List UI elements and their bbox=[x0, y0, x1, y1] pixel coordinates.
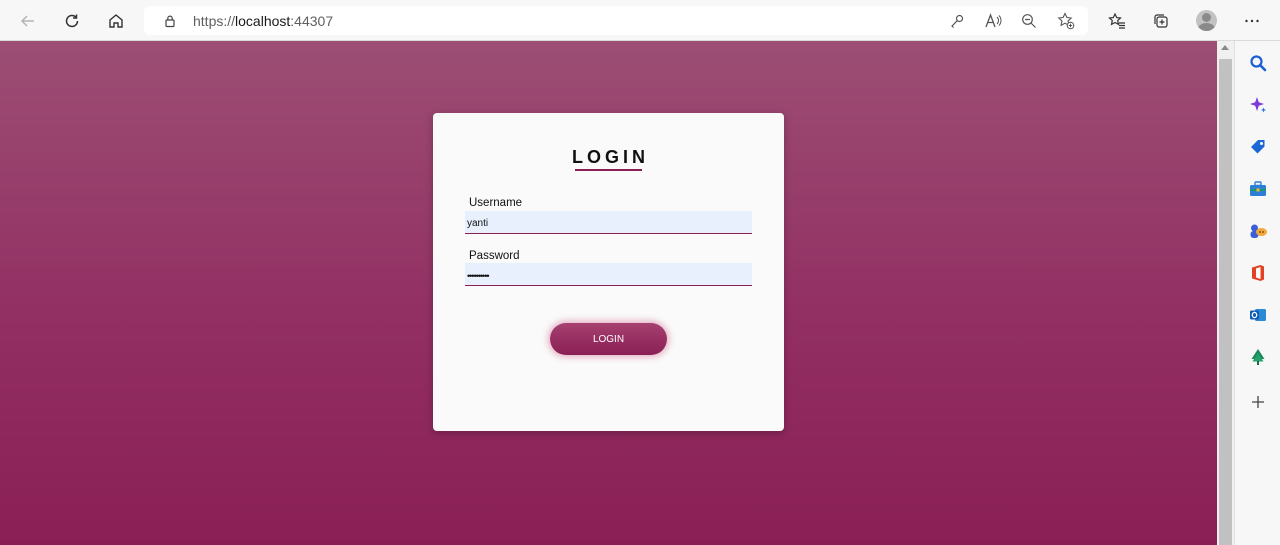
add-icon[interactable] bbox=[1248, 392, 1268, 412]
url-host: localhost bbox=[235, 13, 291, 29]
profile-avatar[interactable] bbox=[1196, 10, 1217, 31]
scroll-thumb[interactable] bbox=[1219, 59, 1232, 545]
vertical-scrollbar[interactable] bbox=[1217, 41, 1234, 545]
title-underline bbox=[575, 169, 642, 171]
login-card: LOGIN Username Password LOGIN bbox=[433, 113, 784, 431]
collections-icon[interactable] bbox=[1147, 7, 1175, 35]
url-text[interactable]: https://localhost:44307 bbox=[193, 13, 333, 29]
scroll-up-arrow[interactable] bbox=[1221, 45, 1229, 50]
url-scheme: https:// bbox=[193, 13, 236, 29]
office-icon[interactable] bbox=[1248, 263, 1268, 283]
favorites-icon[interactable] bbox=[1103, 7, 1131, 35]
address-bar[interactable]: https://localhost:44307 bbox=[144, 6, 1088, 35]
outlook-icon[interactable] bbox=[1248, 305, 1268, 325]
username-input[interactable] bbox=[465, 211, 752, 234]
page-background: LOGIN Username Password LOGIN bbox=[0, 41, 1217, 545]
tools-icon[interactable] bbox=[1248, 179, 1268, 199]
login-button[interactable]: LOGIN bbox=[550, 323, 667, 355]
key-icon[interactable] bbox=[947, 11, 967, 31]
browser-sidebar bbox=[1234, 41, 1280, 545]
password-input[interactable] bbox=[465, 263, 752, 286]
zoom-out-icon[interactable] bbox=[1019, 11, 1039, 31]
copilot-icon[interactable] bbox=[1248, 95, 1268, 115]
refresh-icon[interactable] bbox=[58, 7, 86, 35]
add-favorite-icon[interactable] bbox=[1056, 11, 1076, 31]
tree-icon[interactable] bbox=[1248, 347, 1268, 367]
browser-toolbar: https://localhost:44307 bbox=[0, 0, 1280, 41]
shopping-icon[interactable] bbox=[1248, 137, 1268, 157]
url-port: :44307 bbox=[290, 13, 334, 29]
username-label: Username bbox=[469, 197, 523, 209]
back-icon[interactable] bbox=[14, 7, 42, 35]
password-label: Password bbox=[469, 250, 520, 262]
lock-icon[interactable] bbox=[160, 11, 180, 31]
search-icon[interactable] bbox=[1248, 53, 1268, 73]
games-icon[interactable] bbox=[1248, 221, 1268, 241]
home-icon[interactable] bbox=[102, 7, 130, 35]
login-title: LOGIN bbox=[572, 147, 649, 167]
read-aloud-icon[interactable] bbox=[983, 11, 1003, 31]
more-icon[interactable] bbox=[1238, 7, 1266, 35]
